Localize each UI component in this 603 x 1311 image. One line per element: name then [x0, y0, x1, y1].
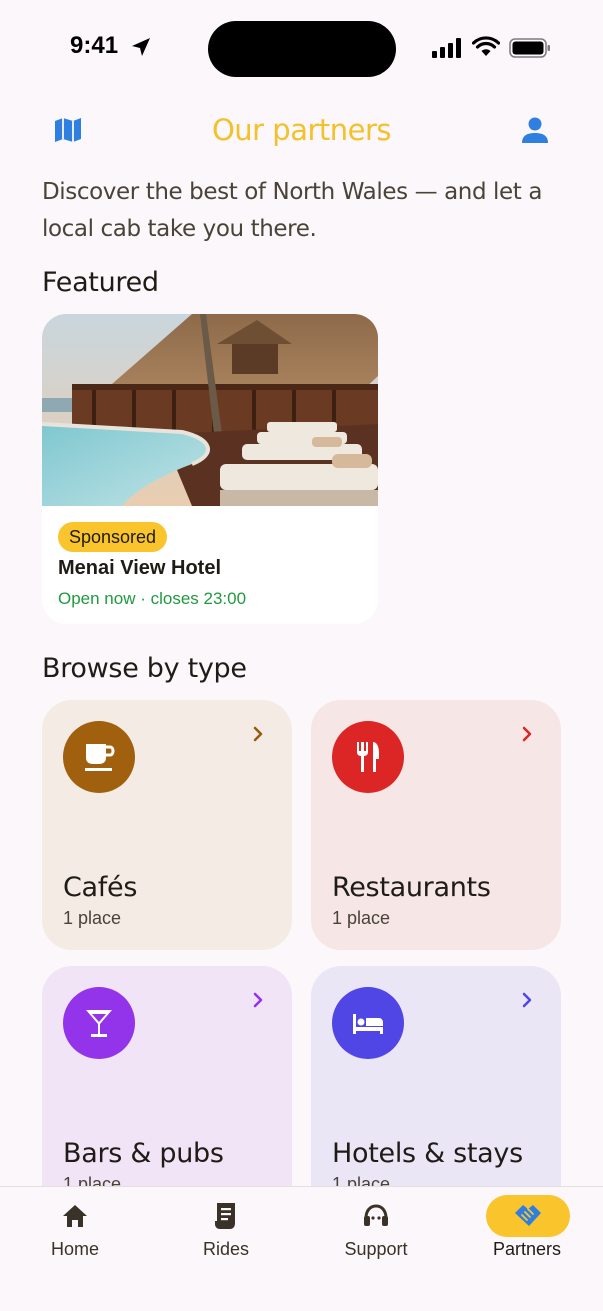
browse-section-title: Browse by type — [42, 653, 247, 684]
nav-rides[interactable]: Rides — [151, 1187, 301, 1277]
hotel-name: Menai View Hotel — [58, 557, 222, 579]
page-title: Our partners — [211, 113, 392, 147]
category-card-cafes[interactable]: Cafés 1 place — [42, 700, 292, 950]
category-count: 1 place — [63, 908, 122, 928]
category-name: Restaurants — [332, 872, 491, 903]
category-count: 1 place — [332, 908, 391, 928]
intro-text: Discover the best of North Wales — and l… — [42, 179, 543, 242]
hotel-icon-circle — [332, 987, 404, 1059]
featured-section-title: Featured — [42, 267, 159, 298]
category-name: Cafés — [63, 872, 138, 903]
dynamic-island — [208, 21, 396, 77]
status-bar: 9:41 — [0, 0, 603, 96]
cocktail-icon — [86, 1010, 112, 1037]
category-card-restaurants[interactable]: Restaurants 1 place — [311, 700, 561, 950]
chevron-right-icon — [253, 992, 263, 1008]
nav-icon-container — [192, 1195, 260, 1237]
nav-support[interactable]: Support — [301, 1187, 451, 1277]
person-icon[interactable] — [517, 112, 553, 148]
nav-partners[interactable]: Partners — [452, 1187, 602, 1277]
nav-label: Rides — [202, 1239, 250, 1259]
cafe-icon-circle — [63, 721, 135, 793]
nav-icon-container — [342, 1195, 410, 1237]
nav-icon-container — [41, 1195, 109, 1237]
featured-card[interactable]: Sponsored Menai View Hotel Open now · cl… — [42, 314, 378, 624]
cellular-signal-icon — [432, 38, 461, 58]
coffee-cup-icon — [85, 744, 115, 771]
hotel-photo — [42, 314, 378, 506]
restaurant-icon-circle — [332, 721, 404, 793]
status-time: 9:41 — [70, 32, 119, 59]
nav-home[interactable]: Home — [0, 1187, 150, 1277]
wifi-icon — [472, 36, 500, 56]
home-icon — [63, 1205, 87, 1227]
hotel-open-status: Open now · closes 23:00 — [58, 589, 247, 608]
handshake-icon — [515, 1205, 541, 1226]
category-name: Bars & pubs — [63, 1138, 224, 1169]
nav-label: Home — [50, 1239, 99, 1259]
chevron-right-icon — [522, 992, 532, 1008]
location-arrow-icon — [132, 38, 150, 56]
bed-icon — [353, 1014, 383, 1034]
receipt-icon — [215, 1203, 235, 1229]
app-header: Our partners — [0, 106, 603, 156]
bar-icon-circle — [63, 987, 135, 1059]
nav-label: Partners — [492, 1239, 562, 1259]
bottom-nav: Home Rides Support Partners — [0, 1186, 603, 1311]
nav-label: Support — [344, 1239, 408, 1259]
headset-icon — [364, 1204, 388, 1226]
chevron-right-icon — [253, 726, 263, 742]
chevron-right-icon — [522, 726, 532, 742]
nav-icon-container-active — [486, 1195, 570, 1237]
cutlery-icon — [357, 742, 379, 772]
battery-icon — [509, 38, 550, 58]
sponsored-badge: Sponsored — [58, 522, 168, 552]
category-name: Hotels & stays — [332, 1138, 523, 1169]
